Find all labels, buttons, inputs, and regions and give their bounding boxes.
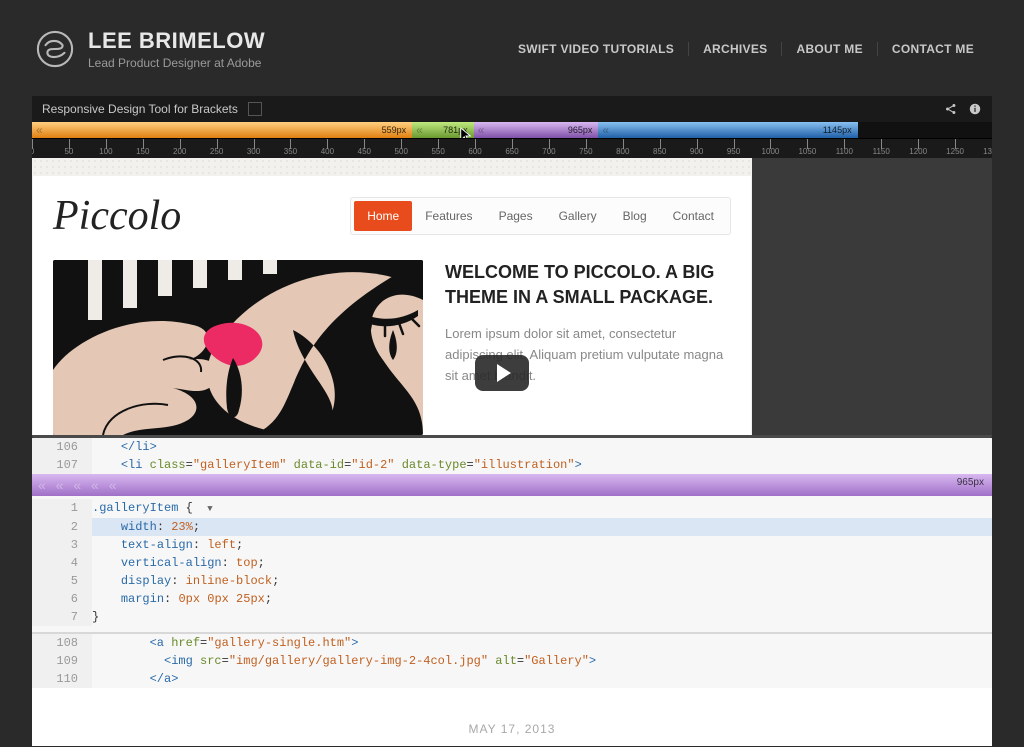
site-header: LEE BRIMELOW Lead Product Designer at Ad… [0,0,1024,90]
hero-heading: WELCOME TO PICCOLO. A BIG THEME IN A SMA… [445,260,731,310]
breakpoint-seg-2[interactable]: 781px [412,122,473,138]
code-editor[interactable]: 106 </li>107 <li class="galleryItem" dat… [32,438,992,688]
document-icon [248,102,262,116]
nav-contact[interactable]: CONTACT ME [877,42,988,56]
main-nav: SWIFT VIDEO TUTORIALS ARCHIVES ABOUT ME … [504,42,988,56]
preview-nav-blog[interactable]: Blog [610,201,660,231]
ruler[interactable]: 0501001502002503003504004505005506006507… [32,138,992,158]
hero-image [53,260,423,435]
share-icon[interactable] [944,102,958,116]
video-title: Responsive Design Tool for Brackets [42,102,238,116]
preview-site-name: Piccolo [53,192,181,240]
adobe-cc-logo-icon [36,30,74,68]
nav-archives[interactable]: ARCHIVES [688,42,781,56]
breakpoint-bar[interactable]: 559px 781px 965px 1145px [32,122,992,138]
nav-tutorials[interactable]: SWIFT VIDEO TUTORIALS [504,42,688,56]
nav-about[interactable]: ABOUT ME [781,42,876,56]
info-icon[interactable] [968,102,982,116]
preview-empty [752,158,992,435]
preview-nav-home[interactable]: Home [354,201,412,231]
preview-canvas[interactable]: Piccolo Home Features Pages Gallery Blog… [32,158,752,435]
play-button[interactable] [475,355,529,391]
brand: LEE BRIMELOW Lead Product Designer at Ad… [36,28,265,70]
css-breakpoint-bar[interactable]: « « « « « 965px [32,474,992,496]
site-title: LEE BRIMELOW [88,28,265,54]
breakpoint-seg-3[interactable]: 965px [474,122,599,138]
article-date: MAY 17, 2013 [32,722,992,736]
preview-nav-pages[interactable]: Pages [486,201,546,231]
site-subtitle: Lead Product Designer at Adobe [88,56,265,70]
preview-nav-contact[interactable]: Contact [660,201,727,231]
preview-area: Piccolo Home Features Pages Gallery Blog… [32,158,992,435]
preview-site-nav: Home Features Pages Gallery Blog Contact [350,197,731,235]
preview-nav-features[interactable]: Features [412,201,485,231]
video-player: Responsive Design Tool for Brackets 559p… [32,96,992,438]
article-header: MAY 17, 2013 [32,688,992,746]
video-title-bar: Responsive Design Tool for Brackets [32,96,992,122]
breakpoint-seg-4[interactable]: 1145px [598,122,857,138]
preview-nav-gallery[interactable]: Gallery [546,201,610,231]
breakpoint-seg-1[interactable]: 559px [32,122,412,138]
